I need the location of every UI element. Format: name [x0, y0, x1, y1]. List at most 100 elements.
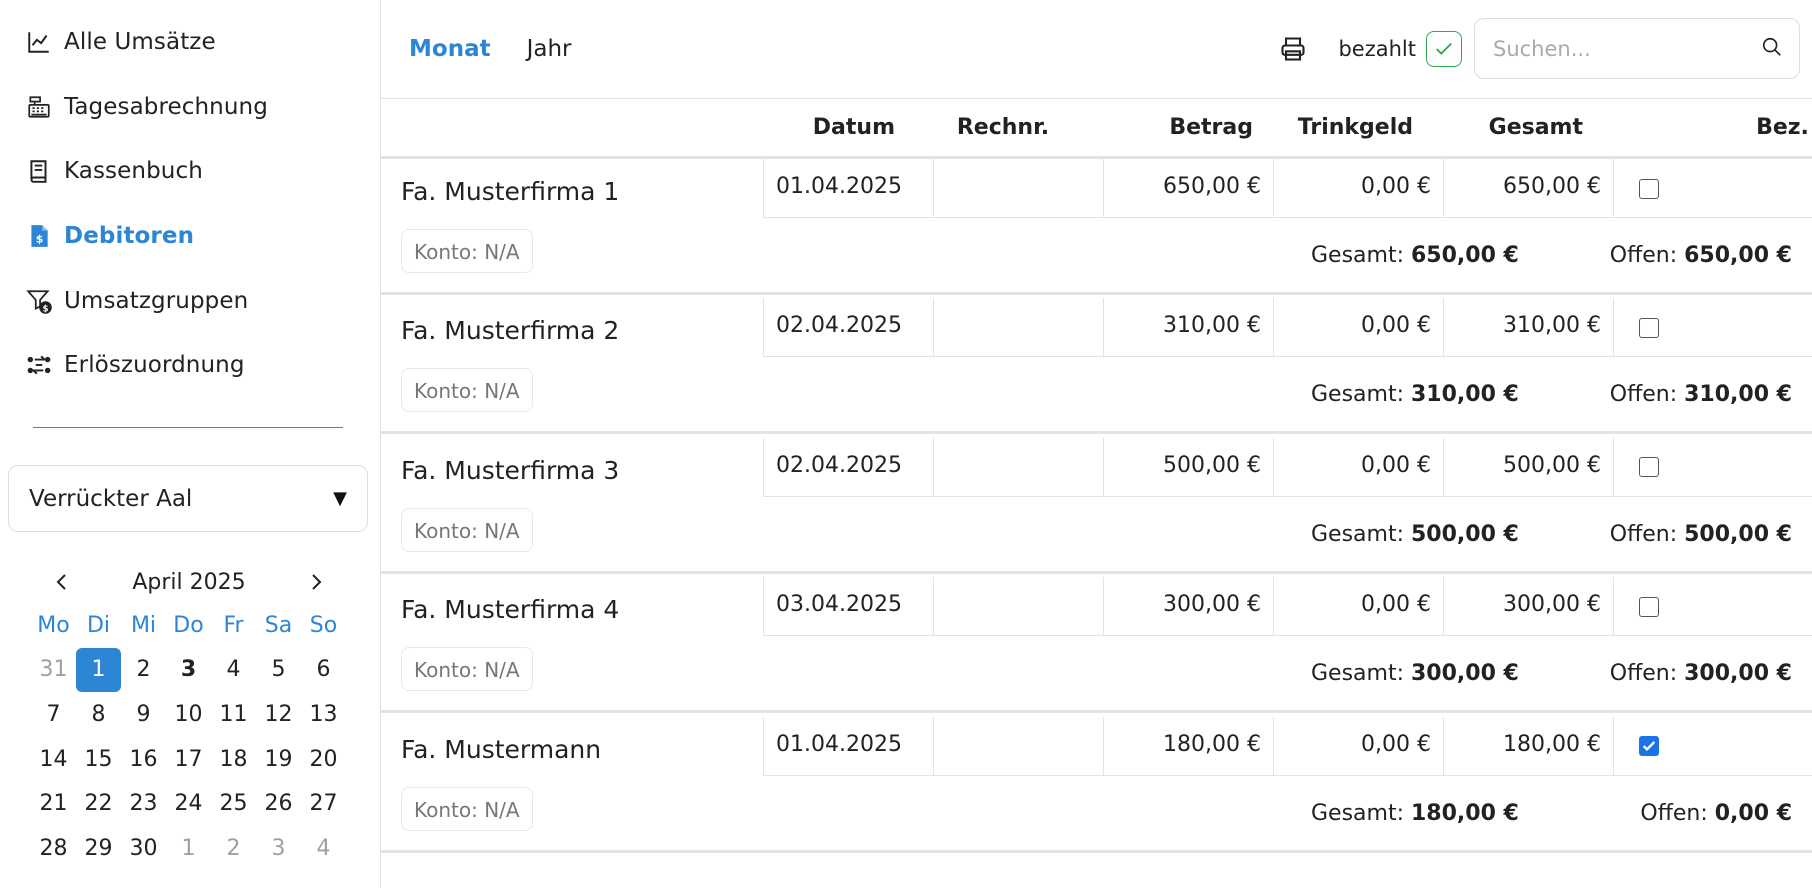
cell-bez	[1613, 437, 1812, 497]
group-open: Offen: 500,00 €	[1610, 498, 1792, 572]
group-total: Gesamt: 310,00 €	[1311, 358, 1519, 432]
sidebar-item-alle-umsaetze[interactable]: Alle Umsätze	[0, 10, 380, 75]
table-row[interactable]: 01.04.2025 180,00 € 0,00 € 180,00 €	[763, 716, 1812, 776]
calendar-day-outside[interactable]: 1	[166, 827, 211, 872]
calendar-day-outside[interactable]: 4	[301, 827, 346, 872]
print-icon[interactable]	[1276, 32, 1310, 66]
calendar-day-outside[interactable]: 3	[256, 827, 301, 872]
calendar-day-label: 1	[76, 648, 121, 692]
calendar-day[interactable]: 14	[31, 738, 76, 783]
calendar-day[interactable]: 19	[256, 738, 301, 783]
weekday-label: Sa	[264, 613, 293, 638]
cell-betrag: 650,00 €	[1103, 159, 1273, 218]
calendar-day[interactable]: 18	[211, 738, 256, 783]
calendar-day[interactable]: 30	[121, 827, 166, 872]
calendar-day[interactable]: 15	[76, 738, 121, 783]
calendar-day[interactable]: 9	[121, 693, 166, 738]
store-select[interactable]: Verrückter Aal ▼	[8, 465, 368, 532]
sidebar-item-label: Erlöszuordnung	[64, 352, 245, 379]
paid-checkbox[interactable]	[1639, 736, 1659, 757]
calendar-day[interactable]: 8	[76, 693, 121, 738]
calendar-day[interactable]: 3	[166, 648, 211, 693]
debtor-name[interactable]: Fa. Musterfirma 4	[401, 595, 619, 624]
search-input[interactable]	[1493, 36, 1761, 61]
cell-betrag: 180,00 €	[1103, 716, 1273, 776]
calendar-day[interactable]: 6	[301, 648, 346, 693]
calendar-day-outside[interactable]: 31	[31, 648, 76, 693]
sidebar-item-kassenbuch[interactable]: Kassenbuch	[0, 139, 380, 204]
calendar-day[interactable]: 23	[121, 782, 166, 827]
cell-rechnr	[933, 298, 1103, 358]
cell-trinkgeld: 0,00 €	[1273, 298, 1443, 358]
sidebar-item-debitoren[interactable]: $ Debitoren	[0, 204, 380, 269]
calendar-grid: Mo Di Mi Do Fr Sa So 31 1 2 3 4 5 6 7 8 9 10 11 12 13 14 15 16 1…	[8, 604, 368, 872]
tab-jahr[interactable]: Jahr	[527, 36, 572, 62]
table-row[interactable]: 02.04.2025 310,00 € 0,00 € 310,00 €	[763, 298, 1812, 358]
group-total-value: 500,00 €	[1411, 521, 1519, 547]
table-row[interactable]: 02.04.2025 500,00 € 0,00 € 500,00 €	[763, 437, 1812, 497]
calendar-day[interactable]: 28	[31, 827, 76, 872]
chevron-right-icon[interactable]	[304, 570, 328, 594]
column-header-bez[interactable]: Bez.	[1753, 99, 1812, 156]
cell-rechnr	[933, 159, 1103, 218]
cell-bez	[1613, 159, 1812, 218]
group-open: Offen: 650,00 €	[1610, 219, 1792, 293]
chart-line-icon	[26, 29, 52, 55]
calendar-day[interactable]: 21	[31, 782, 76, 827]
calendar-day[interactable]: 20	[301, 738, 346, 783]
calendar-day[interactable]: 13	[301, 693, 346, 738]
sidebar-item-erloeszuordnung[interactable]: Erlöszuordnung	[0, 333, 380, 398]
calendar-day[interactable]: 26	[256, 782, 301, 827]
column-header-rechnr[interactable]: Rechnr.	[923, 99, 1083, 156]
group-total: Gesamt: 500,00 €	[1311, 498, 1519, 572]
group-total: Gesamt: 650,00 €	[1311, 219, 1519, 293]
tab-monat[interactable]: Monat	[409, 36, 491, 62]
calendar-day-selected[interactable]: 1	[76, 648, 121, 693]
column-header-trinkgeld[interactable]: Trinkgeld	[1253, 99, 1413, 156]
calendar-day[interactable]: 12	[256, 693, 301, 738]
invoice-dollar-icon: $	[26, 223, 52, 249]
calendar-day[interactable]: 7	[31, 693, 76, 738]
calendar-day-outside[interactable]: 2	[211, 827, 256, 872]
debtor-name[interactable]: Fa. Musterfirma 3	[401, 456, 619, 485]
column-header-betrag[interactable]: Betrag	[1093, 99, 1253, 156]
group-total: Gesamt: 180,00 €	[1311, 777, 1519, 851]
paid-checkbox[interactable]	[1639, 596, 1659, 617]
cell-bez	[1613, 298, 1812, 358]
sidebar-item-umsatzgruppen[interactable]: $ Umsatzgruppen	[0, 268, 380, 333]
debtor-name[interactable]: Fa. Musterfirma 2	[401, 316, 619, 345]
calendar-day[interactable]: 17	[166, 738, 211, 783]
paid-checkbox[interactable]	[1639, 317, 1659, 338]
store-select-value: Verrückter Aal	[29, 485, 193, 512]
sidebar-item-tagesabrechnung[interactable]: Tagesabrechnung	[0, 75, 380, 140]
table-row[interactable]: 01.04.2025 650,00 € 0,00 € 650,00 €	[763, 159, 1812, 218]
calendar-day[interactable]: 27	[301, 782, 346, 827]
calendar-day[interactable]: 4	[211, 648, 256, 693]
calendar-day[interactable]: 29	[76, 827, 121, 872]
debtor-name[interactable]: Fa. Musterfirma 1	[401, 177, 619, 206]
calendar-day[interactable]: 24	[166, 782, 211, 827]
account-badge: Konto: N/A	[401, 507, 533, 552]
chevron-left-icon[interactable]	[50, 570, 74, 594]
cell-gesamt: 310,00 €	[1443, 298, 1613, 358]
paid-filter-label: bezahlt	[1338, 36, 1416, 61]
debtor-name[interactable]: Fa. Mustermann	[401, 735, 601, 764]
svg-text:$: $	[42, 304, 48, 314]
paid-checkbox[interactable]	[1639, 457, 1659, 478]
calendar-day[interactable]: 2	[121, 648, 166, 693]
group-total-label: Gesamt:	[1311, 521, 1404, 547]
column-header-datum[interactable]: Datum	[763, 99, 895, 156]
calendar-day[interactable]: 5	[256, 648, 301, 693]
search-icon[interactable]	[1761, 36, 1783, 62]
column-header-gesamt[interactable]: Gesamt	[1423, 99, 1583, 156]
calendar-day[interactable]: 25	[211, 782, 256, 827]
table-row[interactable]: 03.04.2025 300,00 € 0,00 € 300,00 €	[763, 577, 1812, 637]
calendar-day[interactable]: 11	[211, 693, 256, 738]
cell-rechnr	[933, 437, 1103, 497]
paid-filter-toggle[interactable]	[1426, 30, 1462, 67]
calendar-day[interactable]: 22	[76, 782, 121, 827]
paid-checkbox[interactable]	[1639, 178, 1659, 199]
weekday-label: Di	[86, 613, 111, 638]
calendar-day[interactable]: 10	[166, 693, 211, 738]
calendar-day[interactable]: 16	[121, 738, 166, 783]
